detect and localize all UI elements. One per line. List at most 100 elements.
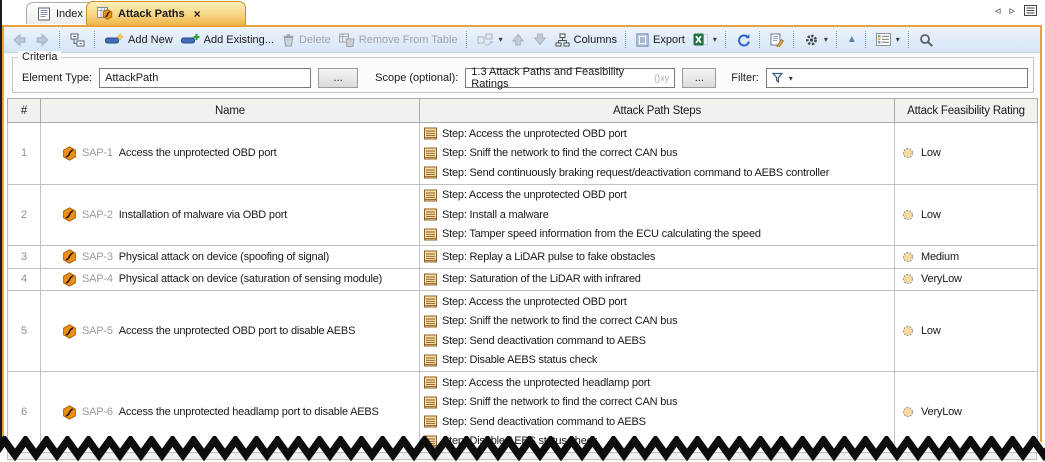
- element-type-input[interactable]: AttackPath: [99, 68, 311, 88]
- table-row: 2SAP-2Installation of malware via OBD po…: [8, 184, 1038, 246]
- steps-cell[interactable]: Step: Saturation of the LiDAR with infra…: [420, 268, 895, 291]
- name-cell[interactable]: SAP-3Physical attack on device (spoofing…: [41, 246, 420, 269]
- scope-value: 1.3 Attack Paths and Feasibility Ratings: [471, 66, 650, 90]
- validation-button[interactable]: [766, 29, 789, 51]
- column-header-name[interactable]: Name: [41, 99, 420, 123]
- name-cell[interactable]: SAP-1Access the unprotected OBD port: [41, 123, 420, 185]
- select-in-tree-button[interactable]: [66, 29, 90, 51]
- back-arrow-icon: [11, 33, 27, 47]
- add-new-label: Add New: [128, 34, 173, 46]
- step-icon: [424, 376, 437, 389]
- step-item[interactable]: Step: Send deactivation command to AEBS: [422, 331, 892, 351]
- enum-literal-icon: [902, 406, 914, 418]
- collapse-criteria-button[interactable]: ▲: [843, 29, 861, 51]
- add-existing-button[interactable]: Add Existing...: [177, 29, 278, 51]
- step-icon: [424, 147, 437, 160]
- attack-paths-table-icon: [97, 6, 113, 21]
- column-header-steps[interactable]: Attack Path Steps: [420, 99, 895, 123]
- rating-cell[interactable]: VeryLow: [895, 268, 1038, 291]
- options-button[interactable]: ▾: [800, 29, 832, 51]
- rating-cell[interactable]: Low: [895, 184, 1038, 246]
- move-down-button[interactable]: [529, 29, 551, 51]
- tab-attack-paths[interactable]: Attack Paths ×: [86, 1, 246, 25]
- element-name: Installation of malware via OBD port: [119, 209, 287, 221]
- element-type-browse-button[interactable]: ...: [318, 68, 358, 88]
- step-item[interactable]: Step: Send continuously braking request/…: [422, 163, 892, 183]
- torn-edge-zigzag: [0, 436, 1045, 462]
- step-item[interactable]: Step: Tamper speed information from the …: [422, 225, 892, 245]
- delete-label: Delete: [299, 34, 331, 46]
- step-item[interactable]: Step: Send deactivation command to AEBS: [422, 412, 892, 432]
- name-cell[interactable]: SAP-4Physical attack on device (saturati…: [41, 268, 420, 291]
- step-item[interactable]: Step: Sniff the network to find the corr…: [422, 144, 892, 164]
- export-document-icon: [636, 33, 649, 47]
- enum-literal-icon: [902, 251, 914, 263]
- filter-input[interactable]: ▾: [766, 68, 1028, 88]
- step-item[interactable]: Step: Access the unprotected OBD port: [422, 124, 892, 144]
- step-label: Step: Access the unprotected OBD port: [442, 128, 627, 140]
- collapse-icon: ▲: [847, 34, 857, 45]
- tab-scroll-next-icon[interactable]: ▹: [1009, 4, 1015, 17]
- step-icon: [424, 208, 437, 221]
- export-caret-icon: ▾: [713, 35, 717, 44]
- move-button[interactable]: ▾: [473, 29, 507, 51]
- element-type-value: AttackPath: [105, 72, 158, 84]
- step-item[interactable]: Step: Access the unprotected OBD port: [422, 186, 892, 206]
- step-item[interactable]: Step: Access the unprotected headlamp po…: [422, 373, 892, 393]
- row-number-cell[interactable]: 1: [8, 123, 41, 185]
- steps-cell[interactable]: Step: Access the unprotected OBD portSte…: [420, 291, 895, 372]
- filter-funnel-icon[interactable]: [772, 72, 785, 84]
- scope-browse-button[interactable]: ...: [682, 68, 716, 88]
- tab-list-icon[interactable]: [1024, 5, 1037, 16]
- step-item[interactable]: Step: Sniff the network to find the corr…: [422, 312, 892, 332]
- step-item[interactable]: Step: Access the unprotected OBD port: [422, 292, 892, 312]
- row-number-cell[interactable]: 3: [8, 246, 41, 269]
- table-header-row: # Name Attack Path Steps Attack Feasibil…: [8, 99, 1038, 123]
- step-item[interactable]: Step: Saturation of the LiDAR with infra…: [422, 270, 892, 290]
- element-name: Access the unprotected OBD port to disab…: [119, 325, 355, 337]
- forward-button[interactable]: [31, 29, 55, 51]
- element-name: Physical attack on device (saturation of…: [119, 273, 382, 285]
- back-button[interactable]: [7, 29, 31, 51]
- steps-cell[interactable]: Step: Access the unprotected OBD portSte…: [420, 184, 895, 246]
- step-item[interactable]: Step: Sniff the network to find the corr…: [422, 393, 892, 413]
- name-cell[interactable]: SAP-5Access the unprotected OBD port to …: [41, 291, 420, 372]
- name-cell[interactable]: SAP-2Installation of malware via OBD por…: [41, 184, 420, 246]
- export-excel-button[interactable]: ▾: [689, 29, 721, 51]
- rating-cell[interactable]: Medium: [895, 246, 1038, 269]
- rating-label: VeryLow: [921, 273, 962, 285]
- legend-button[interactable]: ▾: [872, 29, 904, 51]
- step-item[interactable]: Step: Disable AEBS status check: [422, 351, 892, 371]
- index-document-icon: [37, 7, 51, 21]
- move-up-button[interactable]: [507, 29, 529, 51]
- add-new-button[interactable]: Add New: [101, 29, 177, 51]
- steps-cell[interactable]: Step: Replay a LiDAR pulse to fake obsta…: [420, 246, 895, 269]
- table-toolbar: Add New Add Existing... Delete Remove Fr…: [4, 27, 1040, 53]
- scope-input[interactable]: 1.3 Attack Paths and Feasibility Ratings…: [465, 68, 675, 88]
- rating-cell[interactable]: Low: [895, 123, 1038, 185]
- row-number-cell[interactable]: 4: [8, 268, 41, 291]
- delete-button[interactable]: Delete: [278, 29, 335, 51]
- scope-label: Scope (optional):: [375, 72, 458, 84]
- rating-cell[interactable]: Low: [895, 291, 1038, 372]
- remove-from-table-button[interactable]: Remove From Table: [335, 29, 462, 51]
- step-item[interactable]: Step: Replay a LiDAR pulse to fake obsta…: [422, 247, 892, 267]
- refresh-button[interactable]: [732, 29, 755, 51]
- export-button[interactable]: Export: [632, 29, 689, 51]
- gear-icon: [804, 33, 819, 47]
- tab-scroll-prev-icon[interactable]: ◃: [995, 4, 1001, 17]
- columns-button[interactable]: Columns: [551, 29, 621, 51]
- row-number-cell[interactable]: 5: [8, 291, 41, 372]
- step-item[interactable]: Step: Install a malware: [422, 205, 892, 225]
- column-header-rating[interactable]: Attack Feasibility Rating: [895, 99, 1038, 123]
- column-header-number[interactable]: #: [8, 99, 41, 123]
- tab-close-icon[interactable]: ×: [194, 9, 201, 19]
- attack-path-icon: [62, 146, 77, 161]
- attack-paths-pane: Add New Add Existing... Delete Remove Fr…: [2, 25, 1042, 442]
- row-number-cell[interactable]: 2: [8, 184, 41, 246]
- filter-caret-icon: ▾: [789, 74, 793, 83]
- search-button[interactable]: [915, 29, 938, 51]
- search-icon: [919, 33, 934, 47]
- table-row: 1SAP-1Access the unprotected OBD portSte…: [8, 123, 1038, 185]
- steps-cell[interactable]: Step: Access the unprotected OBD port Ste…: [420, 123, 895, 185]
